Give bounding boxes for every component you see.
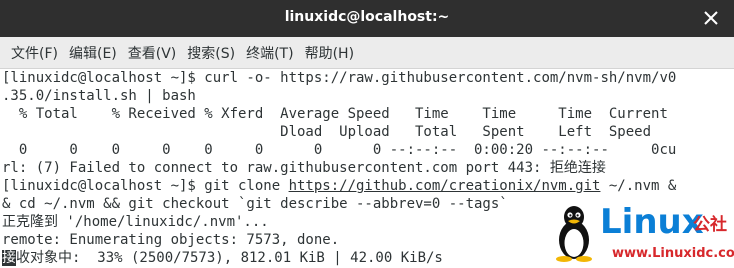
terminal-prompt-command: [linuxidc@localhost ~]$ git clone [2,178,289,194]
terminal-line: [linuxidc@localhost ~]$ git clone https:… [2,177,676,195]
watermark-brand: Linux [600,202,704,242]
menu-help[interactable]: 帮助(H) [300,43,359,63]
close-icon[interactable] [702,9,720,27]
terminal-progress-text: 收对象中: 33% (2500/7573), 812.01 KiB | 42.0… [16,250,443,266]
watermark-brand-cn: 公社 [693,215,727,235]
terminal-line: 正克隆到 '/home/linuxidc/.nvm'... [2,214,269,230]
site-watermark: Linux 公社 www.Linuxidc.com [552,202,734,266]
terminal-line: & cd ~/.nvm && git checkout `git describ… [2,196,508,212]
window-titlebar[interactable]: linuxidc@localhost:~ [0,0,734,37]
menu-edit[interactable]: 编辑(E) [64,43,122,63]
terminal-command-suffix: ~/.nvm & [600,178,677,194]
tux-penguin-icon [556,206,592,262]
terminal-line: 0 0 0 0 0 0 0 0 --:--:-- 0:00:20 --:--:-… [2,142,677,158]
menu-search[interactable]: 搜索(S) [182,43,240,63]
terminal-line: .35.0/install.sh | bash [2,88,196,104]
terminal-cursor: 接 [2,250,16,266]
menu-bar: 文件(F) 编辑(E) 查看(V) 搜索(S) 终端(T) 帮助(H) [0,37,734,69]
window-title: linuxidc@localhost:~ [284,9,450,25]
terminal-line: [linuxidc@localhost ~]$ curl -o- https:/… [2,70,677,86]
terminal-line: remote: Enumerating objects: 7573, done. [2,232,340,248]
repo-url-link[interactable]: https://github.com/creationix/nvm.git [289,178,601,194]
watermark-site: www.Linuxidc.com [612,246,734,261]
terminal-line: % Total % Received % Xferd Average Speed… [2,106,668,122]
menu-terminal[interactable]: 终端(T) [241,43,298,63]
menu-view[interactable]: 查看(V) [123,43,182,63]
terminal-output[interactable]: [linuxidc@localhost ~]$ curl -o- https:/… [0,69,734,268]
terminal-line: 接收对象中: 33% (2500/7573), 812.01 KiB | 42.… [2,249,443,267]
terminal-line: Dload Upload Total Spent Left Speed [2,124,652,140]
terminal-line: rl: (7) Failed to connect to raw.githubu… [2,160,606,176]
menu-file[interactable]: 文件(F) [6,43,63,63]
